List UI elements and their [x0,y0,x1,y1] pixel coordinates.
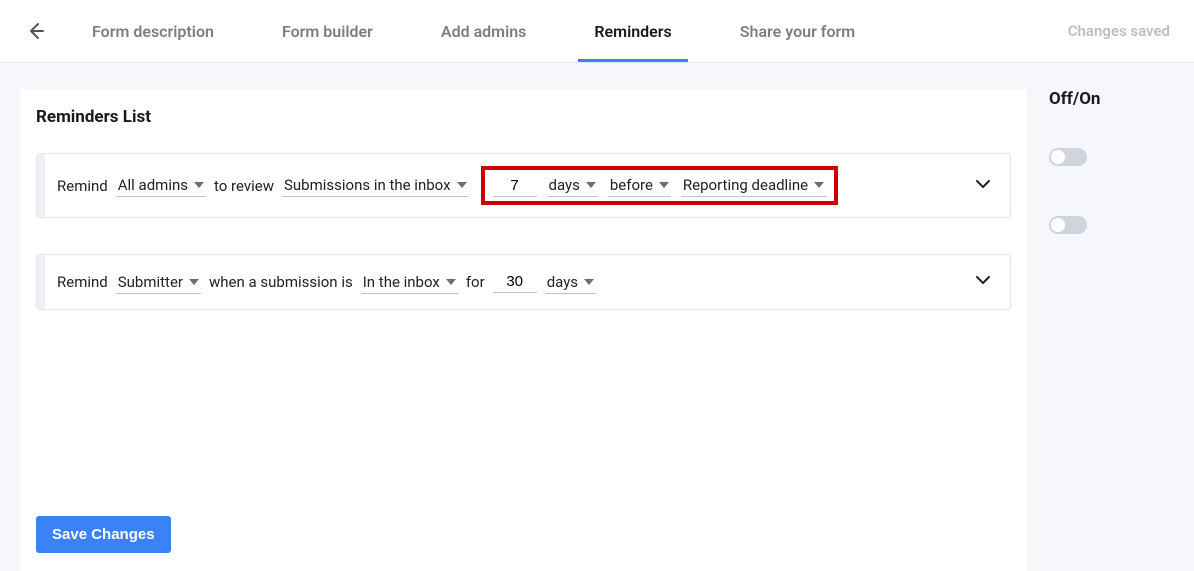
tab-share-your-form[interactable]: Share your form [736,0,859,62]
side-title: Off/On [1049,89,1174,123]
arrow-left-icon [26,21,46,41]
tab-reminders[interactable]: Reminders [590,0,675,62]
r2-state-dropdown[interactable]: In the inbox [361,271,458,294]
reminder-row-2: Remind Submitter when a submission is In… [36,254,1011,310]
r1-number-input[interactable] [493,175,537,197]
tabs: Form description Form builder Add admins… [88,0,859,62]
r2-who-dropdown[interactable]: Submitter [116,271,201,294]
caret-down-icon [586,182,596,188]
r1-timing-highlight: days before Reporting deadline [481,166,839,205]
caret-down-icon [194,182,204,188]
r1-unit-dropdown[interactable]: days [547,174,598,197]
tab-add-admins[interactable]: Add admins [437,0,531,62]
reminder-row-1: Remind All admins to review Submissions … [36,153,1011,218]
r2-when-label: when a submission is [209,273,353,291]
r1-who-value: All admins [118,176,188,194]
toggle-column: Off/On [1049,89,1174,571]
r2-number-input[interactable] [493,271,537,293]
tab-form-description[interactable]: Form description [88,0,218,62]
r2-for-label: for [466,273,485,291]
tab-form-builder[interactable]: Form builder [278,0,377,62]
r2-who-value: Submitter [118,273,183,291]
r1-toggle-wrap [1049,135,1174,179]
r1-toggle[interactable] [1049,148,1087,166]
caret-down-icon [446,279,456,285]
r2-toggle[interactable] [1049,216,1087,234]
r1-to-review-label: to review [214,177,274,195]
panel-title: Reminders List [20,107,1027,141]
r2-remind-label: Remind [57,273,108,291]
r1-remind-label: Remind [57,177,108,195]
r2-unit-value: days [547,273,578,291]
back-arrow-button[interactable] [24,19,48,43]
r2-toggle-wrap [1049,203,1174,247]
r1-relation-value: before [610,176,653,194]
r2-unit-dropdown[interactable]: days [545,271,596,294]
caret-down-icon [457,182,467,188]
status-changes-saved: Changes saved [1068,22,1170,40]
r1-target-value: Submissions in the inbox [284,176,451,194]
r1-relation-dropdown[interactable]: before [608,174,671,197]
r1-event-value: Reporting deadline [683,176,808,194]
page-body: Reminders List Remind All admins to revi… [0,63,1194,571]
r1-target-dropdown[interactable]: Submissions in the inbox [282,174,469,197]
r2-expand-toggle[interactable] [970,267,996,297]
caret-down-icon [584,279,594,285]
caret-down-icon [659,182,669,188]
topbar: Form description Form builder Add admins… [0,0,1194,63]
r1-who-dropdown[interactable]: All admins [116,174,206,197]
chevron-down-icon [974,271,992,289]
reminders-panel: Reminders List Remind All admins to revi… [20,89,1027,571]
r2-state-value: In the inbox [363,273,440,291]
r1-expand-toggle[interactable] [970,171,996,201]
caret-down-icon [814,182,824,188]
r1-event-dropdown[interactable]: Reporting deadline [681,174,826,197]
r1-unit-value: days [549,176,580,194]
row-drag-handle[interactable] [37,255,45,309]
caret-down-icon [189,279,199,285]
chevron-down-icon [974,175,992,193]
save-changes-button[interactable]: Save Changes [36,516,171,553]
row-drag-handle[interactable] [37,154,45,217]
